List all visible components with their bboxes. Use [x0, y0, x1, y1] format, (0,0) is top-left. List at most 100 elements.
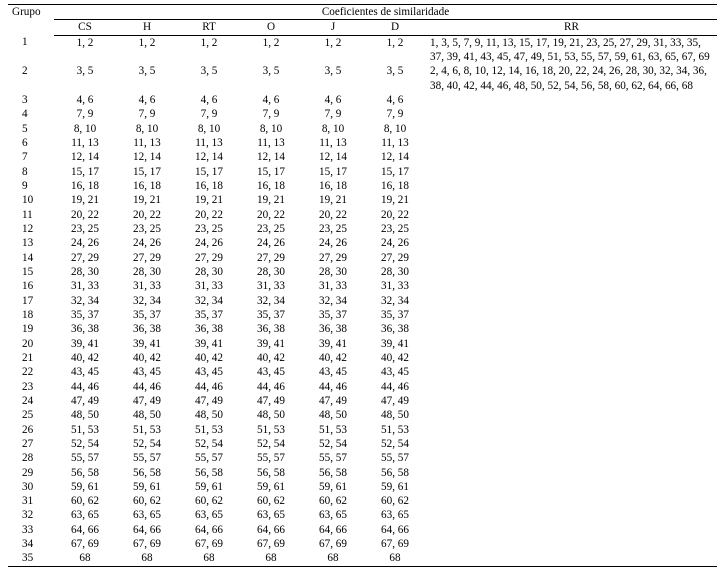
cell-coef: 28, 30	[302, 265, 364, 279]
cell-coef: 36, 38	[54, 322, 116, 336]
cell-coef: 28, 30	[116, 265, 178, 279]
table-body: 11, 21, 21, 21, 21, 21, 21, 3, 5, 7, 9, …	[8, 35, 717, 566]
cell-coef: 16, 18	[364, 179, 426, 193]
cell-rr	[426, 179, 717, 193]
table-row: 1936, 3836, 3836, 3836, 3836, 3836, 38	[8, 322, 717, 336]
cell-coef: 28, 30	[240, 265, 302, 279]
cell-coef: 36, 38	[364, 322, 426, 336]
cell-coef: 40, 42	[178, 351, 240, 365]
cell-coef: 35, 37	[116, 308, 178, 322]
cell-coef: 43, 45	[364, 365, 426, 379]
cell-coef: 12, 14	[178, 150, 240, 164]
cell-coef: 23, 25	[302, 222, 364, 236]
cell-coef: 3, 5	[54, 64, 116, 93]
cell-coef: 64, 66	[302, 523, 364, 537]
table-row: 1835, 3735, 3735, 3735, 3735, 3735, 37	[8, 308, 717, 322]
cell-coef: 24, 26	[240, 236, 302, 250]
table-row: 2855, 5755, 5755, 5755, 5755, 5755, 57	[8, 451, 717, 465]
cell-coef: 12, 14	[302, 150, 364, 164]
cell-coef: 7, 9	[240, 107, 302, 121]
table-row: 2243, 4543, 4543, 4543, 4543, 4543, 45	[8, 365, 717, 379]
cell-rr	[426, 451, 717, 465]
cell-coef: 56, 58	[364, 466, 426, 480]
cell-rr	[426, 437, 717, 451]
cell-grupo: 13	[8, 236, 54, 250]
cell-coef: 15, 17	[240, 165, 302, 179]
table-row: 3160, 6260, 6260, 6260, 6260, 6260, 62	[8, 494, 717, 508]
cell-coef: 44, 46	[178, 380, 240, 394]
cell-coef: 31, 33	[240, 279, 302, 293]
cell-coef: 4, 6	[116, 93, 178, 107]
cell-coef: 23, 25	[178, 222, 240, 236]
cell-rr	[426, 193, 717, 207]
cell-coef: 24, 26	[116, 236, 178, 250]
cell-coef: 28, 30	[364, 265, 426, 279]
table-row: 1528, 3028, 3028, 3028, 3028, 3028, 30	[8, 265, 717, 279]
cell-grupo: 2	[8, 64, 54, 93]
cell-coef: 36, 38	[302, 322, 364, 336]
cell-coef: 40, 42	[240, 351, 302, 365]
cell-rr	[426, 365, 717, 379]
cell-coef: 39, 41	[178, 337, 240, 351]
cell-grupo: 33	[8, 523, 54, 537]
cell-rr	[426, 279, 717, 293]
cell-coef: 68	[54, 551, 116, 566]
cell-rr	[426, 480, 717, 494]
cell-rr	[426, 208, 717, 222]
cell-coef: 68	[178, 551, 240, 566]
cell-coef: 67, 69	[178, 537, 240, 551]
cell-coef: 19, 21	[54, 193, 116, 207]
cell-grupo: 25	[8, 408, 54, 422]
table-row: 2651, 5351, 5351, 5351, 5351, 5351, 53	[8, 423, 717, 437]
cell-coef: 52, 54	[240, 437, 302, 451]
cell-coef: 63, 65	[364, 508, 426, 522]
cell-coef: 16, 18	[54, 179, 116, 193]
cell-rr	[426, 537, 717, 551]
cell-grupo: 28	[8, 451, 54, 465]
cell-coef: 47, 49	[302, 394, 364, 408]
cell-coef: 1, 2	[178, 35, 240, 64]
cell-coef: 52, 54	[116, 437, 178, 451]
cell-coef: 27, 29	[54, 251, 116, 265]
cell-coef: 19, 21	[178, 193, 240, 207]
cell-coef: 51, 53	[178, 423, 240, 437]
cell-coef: 32, 34	[240, 294, 302, 308]
table-row: 3467, 6967, 6967, 6967, 6967, 6967, 69	[8, 537, 717, 551]
cell-coef: 1, 2	[302, 35, 364, 64]
cell-grupo: 29	[8, 466, 54, 480]
cell-coef: 63, 65	[178, 508, 240, 522]
table-row: 1631, 3331, 3331, 3331, 3331, 3331, 33	[8, 279, 717, 293]
cell-grupo: 20	[8, 337, 54, 351]
cell-coef: 19, 21	[116, 193, 178, 207]
cell-coef: 64, 66	[116, 523, 178, 537]
table-row: 815, 1715, 1715, 1715, 1715, 1715, 17	[8, 165, 717, 179]
cell-coef: 55, 57	[302, 451, 364, 465]
cell-grupo: 4	[8, 107, 54, 121]
table-row: 23, 53, 53, 53, 53, 53, 52, 4, 6, 8, 10,…	[8, 64, 717, 93]
cell-coef: 55, 57	[116, 451, 178, 465]
table-row: 1427, 2927, 2927, 2927, 2927, 2927, 29	[8, 251, 717, 265]
cell-coef: 48, 50	[54, 408, 116, 422]
cell-rr	[426, 122, 717, 136]
cell-grupo: 7	[8, 150, 54, 164]
cell-coef: 44, 46	[116, 380, 178, 394]
cell-coef: 39, 41	[302, 337, 364, 351]
cell-coef: 24, 26	[178, 236, 240, 250]
cell-coef: 3, 5	[364, 64, 426, 93]
col-header-spanner: Coeficientes de similaridade	[54, 5, 717, 20]
cell-coef: 44, 46	[302, 380, 364, 394]
table-row: 1019, 2119, 2119, 2119, 2119, 2119, 21	[8, 193, 717, 207]
cell-coef: 67, 69	[302, 537, 364, 551]
table-row: 3263, 6563, 6563, 6563, 6563, 6563, 65	[8, 508, 717, 522]
cell-coef: 56, 58	[178, 466, 240, 480]
cell-coef: 43, 45	[240, 365, 302, 379]
cell-coef: 27, 29	[178, 251, 240, 265]
cell-coef: 4, 6	[302, 93, 364, 107]
cell-rr	[426, 466, 717, 480]
cell-coef: 32, 34	[178, 294, 240, 308]
cell-coef: 67, 69	[364, 537, 426, 551]
cell-coef: 11, 13	[240, 136, 302, 150]
table-row: 2140, 4240, 4240, 4240, 4240, 4240, 42	[8, 351, 717, 365]
cell-rr	[426, 165, 717, 179]
col-header-grupo: Grupo	[8, 5, 54, 36]
